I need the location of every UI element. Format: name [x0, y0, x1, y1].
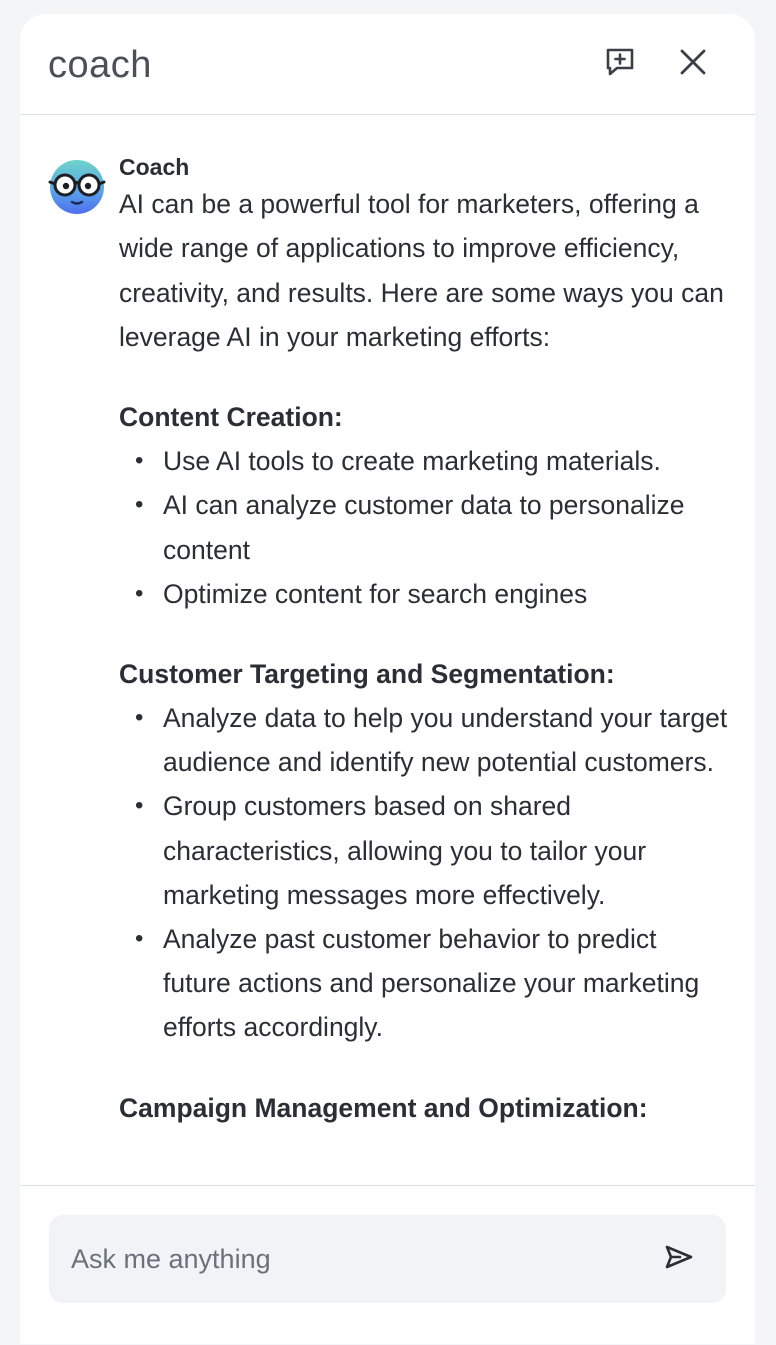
- composer-area: [20, 1185, 755, 1345]
- message-section: Customer Targeting and Segmentation: Ana…: [119, 652, 729, 1050]
- list-item: Use AI tools to create marketing materia…: [119, 439, 729, 483]
- chat-header: coach: [20, 14, 755, 115]
- composer-box: [49, 1215, 726, 1303]
- list-item: AI can analyze customer data to personal…: [119, 483, 729, 571]
- coach-chat-panel: coach Coach AI can be a powerful tool fo…: [20, 14, 755, 1344]
- new-chat-button[interactable]: [600, 44, 640, 84]
- list-item: Group customers based on shared characte…: [119, 784, 729, 917]
- send-icon: [664, 1244, 694, 1275]
- send-button[interactable]: [662, 1242, 696, 1276]
- coach-avatar: [48, 158, 106, 216]
- list-item: Analyze data to help you understand your…: [119, 696, 729, 784]
- section-title: Customer Targeting and Segmentation:: [119, 659, 615, 689]
- coach-message: Coach AI can be a powerful tool for mark…: [119, 153, 729, 1130]
- message-input[interactable]: [49, 1215, 649, 1303]
- message-intro: AI can be a powerful tool for marketers,…: [119, 189, 724, 352]
- message-plus-icon: [605, 47, 635, 82]
- bullet-list: Use AI tools to create marketing materia…: [119, 439, 729, 616]
- close-icon: [680, 49, 706, 80]
- close-button[interactable]: [673, 44, 713, 84]
- section-title: Campaign Management and Optimization:: [119, 1092, 648, 1123]
- message-section: Campaign Management and Optimization:: [119, 1086, 729, 1130]
- section-title: Content Creation:: [119, 402, 343, 433]
- coach-logo: coach: [48, 44, 152, 86]
- bullet-list: Analyze data to help you understand your…: [119, 696, 729, 1050]
- message-section: Content Creation: Use AI tools to create…: [119, 395, 729, 616]
- conversation-area[interactable]: Coach AI can be a powerful tool for mark…: [20, 115, 755, 1185]
- list-item: Optimize content for search engines: [119, 572, 729, 616]
- list-item: Analyze past customer behavior to predic…: [119, 917, 729, 1050]
- sender-name: Coach: [119, 154, 190, 180]
